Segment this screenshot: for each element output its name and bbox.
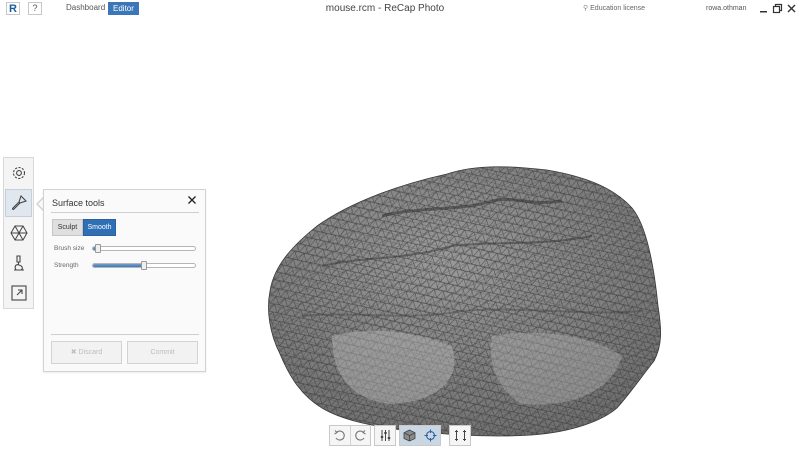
help-button[interactable]: ? <box>28 2 42 15</box>
smooth-mode-button[interactable]: Smooth <box>83 219 116 236</box>
sculpt-mode-button[interactable]: Sculpt <box>52 219 83 236</box>
surface-tools-panel: Surface tools Sculpt Smooth Brush size S… <box>43 189 206 372</box>
surface-tools-button[interactable] <box>5 189 32 217</box>
recap-photo-app: R ? Dashboard Editor mouse.rcm - ReCap P… <box>0 0 800 450</box>
strength-slider[interactable] <box>92 261 196 270</box>
undo-icon <box>334 430 346 441</box>
settings-tool-button[interactable] <box>5 159 32 187</box>
history-group <box>329 425 371 446</box>
brush-size-label: Brush size <box>54 245 85 252</box>
bounds-group <box>449 425 471 446</box>
minimize-icon[interactable] <box>758 3 769 14</box>
close-icon[interactable] <box>786 3 797 14</box>
export-icon <box>10 285 27 301</box>
adjust-button[interactable] <box>375 426 395 445</box>
nav-dashboard[interactable]: Dashboard <box>66 3 105 12</box>
license-icon: ⚲ <box>583 5 589 12</box>
brush-icon <box>11 194 27 210</box>
mouse-mesh-model[interactable] <box>262 146 664 438</box>
user-name[interactable]: rowa.othman <box>706 5 746 12</box>
discard-label: Discard <box>78 349 103 356</box>
bounding-box-button[interactable] <box>450 426 470 445</box>
undo-button[interactable] <box>330 426 350 445</box>
adjust-group <box>374 425 396 446</box>
restore-icon[interactable] <box>772 3 783 14</box>
crosshair-icon <box>424 429 437 442</box>
strength-label: Strength <box>54 262 79 269</box>
title-bar: R ? Dashboard Editor mouse.rcm - ReCap P… <box>0 0 800 18</box>
mesh-tools-button[interactable] <box>5 219 32 247</box>
export-tool-button[interactable] <box>5 279 32 307</box>
nav-editor[interactable]: Editor <box>108 2 139 15</box>
inspect-tool-button[interactable] <box>5 249 32 277</box>
license-label: Education license <box>590 5 646 12</box>
orbit-target-button[interactable] <box>419 426 440 445</box>
mesh-icon <box>9 225 28 241</box>
discard-icon: ✖ <box>70 349 79 356</box>
cube-icon <box>403 429 416 442</box>
redo-icon <box>354 430 366 441</box>
panel-divider <box>51 212 199 213</box>
strength-fill <box>93 264 144 267</box>
discard-button[interactable]: ✖ Discard <box>51 341 122 364</box>
license-link[interactable]: ⚲ Education license <box>583 4 645 12</box>
panel-title: Surface tools <box>52 198 105 208</box>
tool-strip <box>3 157 34 309</box>
close-icon[interactable] <box>187 195 197 207</box>
inspect-icon <box>13 255 24 271</box>
brush-size-slider[interactable] <box>92 244 196 253</box>
recap-logo[interactable]: R <box>6 2 20 15</box>
panel-footer-divider <box>51 334 199 335</box>
shaded-view-button[interactable] <box>400 426 420 445</box>
redo-button[interactable] <box>349 426 371 445</box>
strength-handle[interactable] <box>141 261 147 270</box>
window-title: mouse.rcm - ReCap Photo <box>325 3 445 14</box>
bottom-toolbar <box>329 425 471 446</box>
sliders-icon <box>380 430 390 441</box>
bounding-box-icon <box>454 430 466 441</box>
brush-size-handle[interactable] <box>95 244 101 253</box>
commit-button[interactable]: Commit <box>127 341 198 364</box>
view-group <box>399 425 441 446</box>
gear-icon <box>12 166 25 180</box>
